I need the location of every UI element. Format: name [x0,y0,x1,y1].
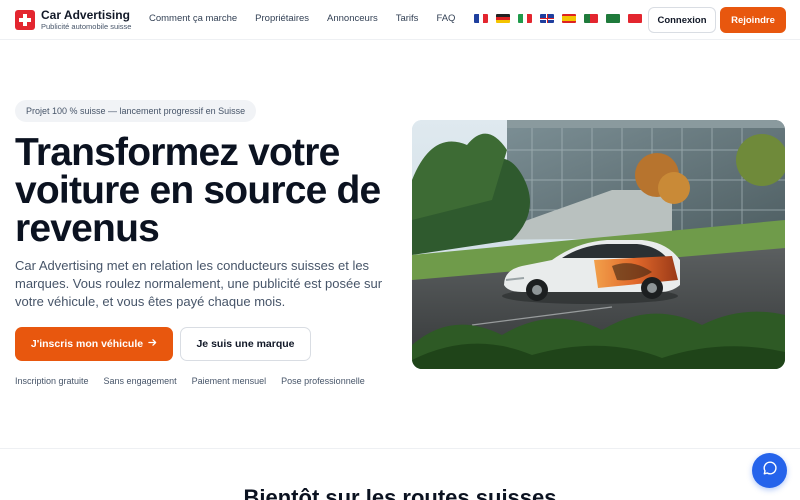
flag-it-icon[interactable] [518,14,532,23]
nav-link-advertisers[interactable]: Annonceurs [327,13,378,24]
hero-car-image [412,120,785,369]
brand-logo[interactable]: Car Advertising Publicité automobile sui… [15,9,131,31]
language-switcher [474,14,642,23]
swiss-cross-icon [15,9,35,30]
flag-es-icon[interactable] [562,14,576,23]
feature-item: Paiement mensuel [191,376,267,386]
flag-en-icon[interactable] [540,14,554,23]
feature-item: Inscription gratuite [15,376,89,386]
brand-text: Car Advertising Publicité automobile sui… [41,9,131,31]
flag-pt-icon[interactable] [584,14,598,23]
join-button[interactable]: Rejoindre [720,7,786,33]
flag-ar-icon[interactable] [606,14,620,23]
arrow-right-icon [148,338,157,350]
flag-tr-icon[interactable] [628,14,642,23]
feature-list: Inscription gratuite Sans engagement Pai… [15,376,365,386]
chat-button[interactable] [752,453,787,488]
section-title: Bientôt sur les routes suisses [243,485,557,500]
nav-link-faq[interactable]: FAQ [436,13,455,24]
site-header: Car Advertising Publicité automobile sui… [0,0,800,40]
nav-link-owners[interactable]: Propriétaires [255,13,309,24]
project-badge: Projet 100 % suisse — lancement progress… [15,100,257,122]
chat-bubble-icon [762,460,778,481]
flag-de-icon[interactable] [496,14,510,23]
register-vehicle-label: J'inscris mon véhicule [30,338,144,350]
hero-title: Transformez votre voiture en source de r… [15,131,381,250]
feature-item: Sans engagement [103,376,177,386]
flag-fr-icon[interactable] [474,14,488,23]
nav-link-pricing[interactable]: Tarifs [396,13,419,24]
nav-link-how-it-works[interactable]: Comment ça marche [149,13,237,24]
section-divider [0,448,800,449]
brand-subtitle: Publicité automobile suisse [41,22,132,31]
hero-car-illustration [412,120,785,369]
login-button[interactable]: Connexion [648,7,716,33]
feature-item: Pose professionnelle [281,376,365,386]
register-vehicle-button[interactable]: J'inscris mon véhicule [15,327,173,361]
main-nav: Comment ça marche Propriétaires Annonceu… [149,13,455,24]
brand-cta-button[interactable]: Je suis une marque [180,327,311,361]
brand-title: Car Advertising [41,8,130,22]
hero-description: Car Advertising met en relation les cond… [15,258,383,309]
